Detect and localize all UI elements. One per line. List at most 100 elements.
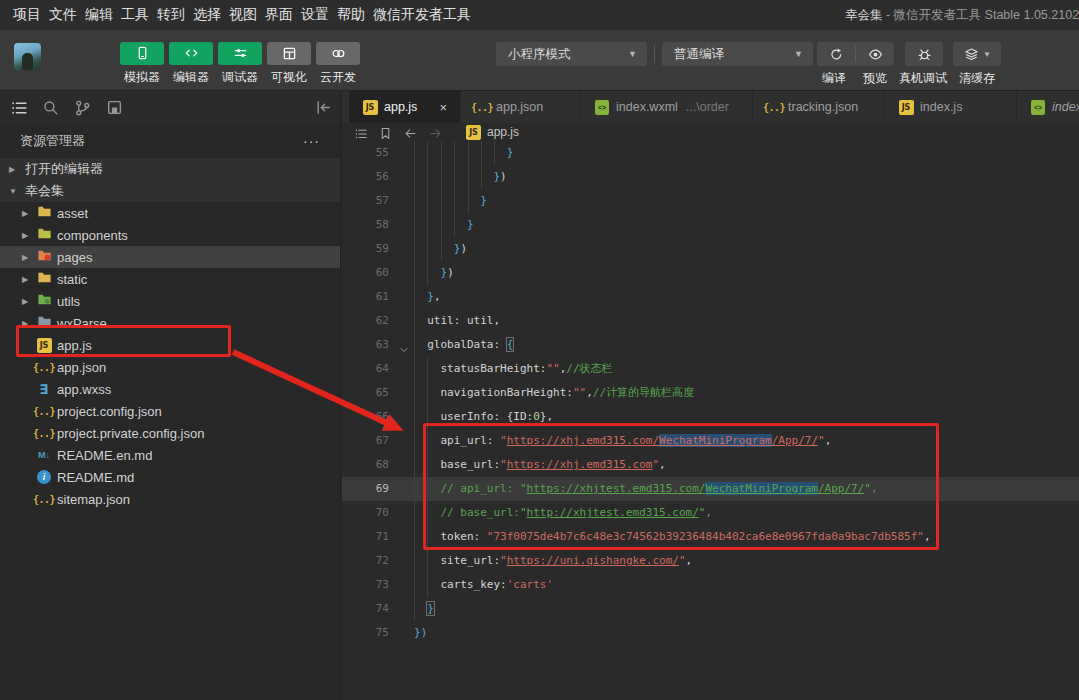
tree-item-label: utils — [57, 294, 80, 309]
code-line-63[interactable]: 63 globalData: { — [342, 333, 1079, 357]
more-icon[interactable]: ··· — [303, 133, 320, 149]
menu-视图[interactable]: 视图 — [229, 6, 257, 24]
phone-icon — [135, 46, 150, 61]
folder-red — [37, 248, 52, 266]
chevron-down-icon: ▼ — [794, 42, 803, 66]
code-line-57[interactable]: 57 } — [342, 189, 1079, 213]
code-line-73[interactable]: 73 carts_key:'carts' — [342, 573, 1079, 597]
tree-item-pages[interactable]: ▶pages — [0, 246, 340, 268]
调试器-button[interactable] — [218, 42, 262, 65]
tab-label: app.js — [384, 100, 417, 114]
folder-yellow — [37, 204, 52, 222]
compile-button[interactable] — [817, 42, 855, 66]
tree-item-asset[interactable]: ▶asset — [0, 202, 340, 224]
search-icon[interactable] — [42, 99, 59, 116]
云开发-button[interactable] — [316, 42, 360, 65]
line-number: 69 — [342, 477, 389, 501]
collapse-sidebar-icon[interactable] — [315, 99, 332, 116]
markdown-file-icon: M↓ — [38, 450, 50, 460]
list-icon[interactable] — [354, 126, 367, 139]
tab-tracking.json[interactable]: {..}tracking.json — [753, 91, 885, 123]
menu-选择[interactable]: 选择 — [193, 6, 221, 24]
wxml-file-icon: <> — [595, 100, 609, 115]
tree-item-label: project.config.json — [57, 404, 162, 419]
remote-debug-label: 真机调试 — [899, 70, 947, 87]
tree-item-static[interactable]: ▶static — [0, 268, 340, 290]
menu-项目[interactable]: 项目 — [13, 6, 41, 24]
code-editor[interactable]: 55 }56 })57 }58 }59 })60 })61 },62 util:… — [342, 141, 1079, 645]
tree-item-README.en.md[interactable]: ▶M↓README.en.md — [0, 444, 340, 466]
tab-index.js[interactable]: JSindex.js — [885, 91, 1017, 123]
branch-icon[interactable] — [74, 99, 91, 116]
close-icon[interactable]: × — [439, 100, 447, 115]
menu-微信开发者工具[interactable]: 微信开发者工具 — [373, 6, 471, 24]
tree-item-label: 打开的编辑器 — [25, 160, 103, 178]
tab-path-suffix: ...\order — [686, 100, 729, 114]
chevron-right-icon: ▶ — [22, 209, 31, 218]
tab-label: index.wxml — [616, 100, 678, 114]
arrow-right-icon[interactable] — [429, 126, 442, 139]
compile-select[interactable]: 普通编译▼ — [662, 42, 813, 66]
menu-帮助[interactable]: 帮助 — [337, 6, 365, 24]
line-number: 62 — [342, 309, 389, 333]
tree-item-sitemap.json[interactable]: ▶{..}sitemap.json — [0, 488, 340, 510]
tree-item-README.md[interactable]: ▶iREADME.md — [0, 466, 340, 488]
save-icon[interactable] — [106, 99, 123, 116]
tab-index.wxml[interactable]: <>index.wxml — [1017, 91, 1079, 123]
tree-section-幸会集[interactable]: ▼ 幸会集 — [0, 180, 340, 202]
tree-section-打开的编辑器[interactable]: ▶打开的编辑器 — [0, 158, 340, 180]
explorer-header: 资源管理器 ··· — [0, 123, 340, 158]
menu-转到[interactable]: 转到 — [157, 6, 185, 24]
tree-item-components[interactable]: ▶components — [0, 224, 340, 246]
sidebar: 资源管理器 ··· ▶打开的编辑器▼幸会集▶asset▶components▶p… — [0, 90, 341, 700]
tree-item-utils[interactable]: ▶ utils — [0, 290, 340, 312]
chevron-down-icon: ▼ — [9, 187, 18, 196]
bug-icon — [917, 47, 932, 62]
code-line-74[interactable]: 74 } — [342, 597, 1079, 621]
chevron-right-icon: ▶ — [22, 297, 31, 306]
mode-button-label: 云开发 — [320, 69, 356, 86]
code-line-72[interactable]: 72 site_url:"https://uni.qishangke.com/"… — [342, 549, 1079, 573]
code-line-58[interactable]: 58 } — [342, 213, 1079, 237]
line-number: 73 — [342, 573, 389, 597]
code-line-55[interactable]: 55 } — [342, 141, 1079, 165]
tab-app.js[interactable]: JS app.js × — [349, 91, 461, 123]
bookmark-icon[interactable] — [379, 126, 392, 139]
code-line-64[interactable]: 64 statusBarHeight:"",//状态栏 — [342, 357, 1079, 381]
menu-设置[interactable]: 设置 — [301, 6, 329, 24]
tree-item-project.config.json[interactable]: ▶{..}project.config.json — [0, 400, 340, 422]
tree-item-label: 幸会集 — [25, 182, 64, 200]
mode-select[interactable]: 小程序模式▼ — [496, 42, 647, 66]
line-number: 70 — [342, 501, 389, 525]
json-file-icon: {..} — [33, 406, 55, 417]
编辑器-button[interactable] — [169, 42, 213, 65]
remote-debug-button[interactable] — [905, 42, 943, 66]
menu-文件[interactable]: 文件 — [49, 6, 77, 24]
chevron-down-icon: ▼ — [628, 42, 637, 66]
code-line-56[interactable]: 56 }) — [342, 165, 1079, 189]
code-line-65[interactable]: 65 navigationBarHeight:"",//计算的导航栏高度 — [342, 381, 1079, 405]
code-line-59[interactable]: 59 }) — [342, 237, 1079, 261]
preview-button[interactable] — [856, 42, 894, 66]
code-line-61[interactable]: 61 }, — [342, 285, 1079, 309]
tab-app.json[interactable]: {..}app.json — [461, 91, 581, 123]
code-line-75[interactable]: 75}) — [342, 621, 1079, 645]
mode-buttons: 模拟器编辑器调试器可视化云开发 — [120, 42, 360, 86]
menu-界面[interactable]: 界面 — [265, 6, 293, 24]
menu-工具[interactable]: 工具 — [121, 6, 149, 24]
模拟器-button[interactable] — [120, 42, 164, 65]
list-icon[interactable] — [10, 99, 27, 116]
arrow-left-icon[interactable] — [404, 126, 417, 139]
code-line-60[interactable]: 60 }) — [342, 261, 1079, 285]
code-line-62[interactable]: 62 util: util, — [342, 309, 1079, 333]
clear-cache-button[interactable]: ▼ — [953, 42, 1001, 66]
tab-index.wxml[interactable]: <> index.wxml ...\order — [581, 91, 753, 123]
可视化-button[interactable] — [267, 42, 311, 65]
fold-chevron-icon[interactable] — [399, 340, 409, 350]
folder-components — [37, 226, 52, 244]
js-file-icon: JS — [363, 100, 378, 115]
menu-编辑[interactable]: 编辑 — [85, 6, 113, 24]
tab-bar: JSapp.js×{..}app.json<>index.wxml...\ord… — [342, 91, 1079, 123]
avatar[interactable] — [14, 43, 41, 70]
tree-item-project.private.config.json[interactable]: ▶{..}project.private.config.json — [0, 422, 340, 444]
